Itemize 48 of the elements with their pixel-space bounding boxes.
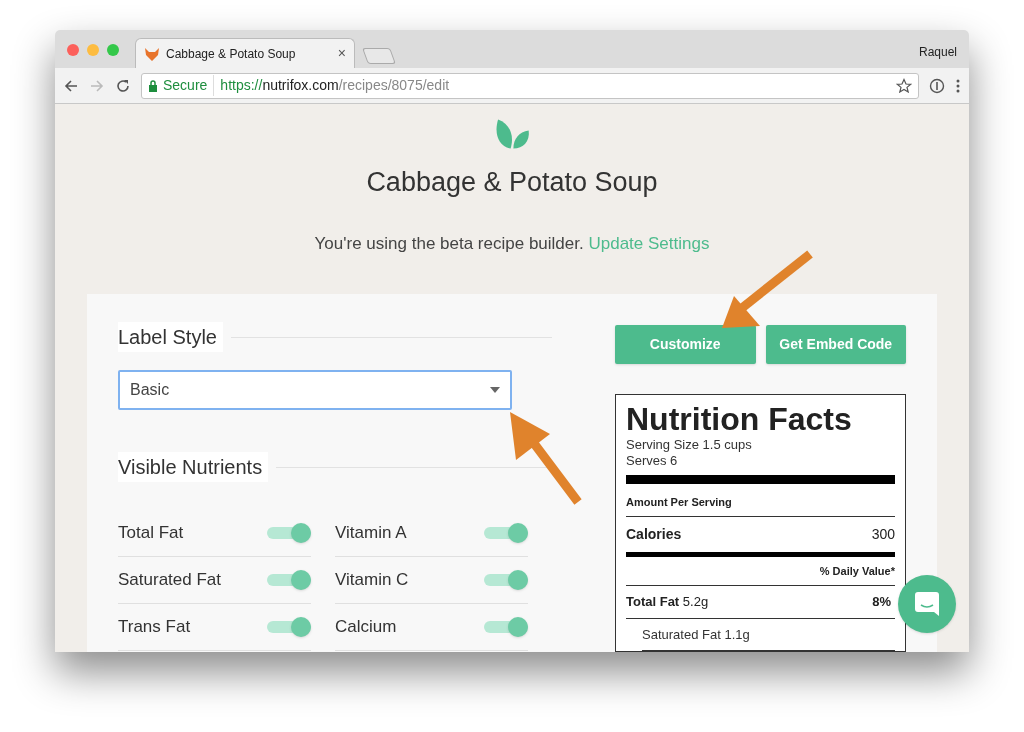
nutrient-label: Trans Fat	[118, 616, 191, 639]
recipe-title: Cabbage & Potato Soup	[366, 166, 658, 199]
toggle-switch[interactable]	[267, 523, 311, 543]
toggle-switch[interactable]	[267, 617, 311, 637]
toggle-switch[interactable]	[484, 523, 528, 543]
menu-icon[interactable]	[955, 77, 961, 94]
toggle-switch[interactable]	[267, 570, 311, 590]
nutrient-label: Vitamin C	[335, 569, 409, 592]
tab-title: Cabbage & Potato Soup	[166, 45, 297, 63]
new-tab-button[interactable]	[362, 48, 396, 64]
beta-notice: You're using the beta recipe builder. Update Settings	[314, 232, 710, 255]
nutrient-label: Saturated Fat	[118, 569, 221, 592]
secure-label: Secure	[163, 75, 215, 96]
close-tab-button[interactable]: ×	[337, 43, 346, 64]
toggle-switch[interactable]	[484, 570, 528, 590]
serving-size: Serving Size 1.5 cups	[626, 437, 753, 453]
dropdown-caret-icon	[490, 387, 500, 393]
toggle-switch[interactable]	[484, 617, 528, 637]
profile-name[interactable]: Raquel	[918, 43, 957, 61]
nutrient-amount: Saturated Fat 1.1g	[642, 625, 750, 644]
browser-tab[interactable]: Cabbage & Potato Soup ×	[135, 38, 355, 68]
nutrient-label: Vitamin A	[335, 522, 407, 545]
chat-icon	[914, 591, 940, 617]
nutrient-amount: Total Fat 5.2g	[626, 593, 709, 611]
nutrient-label: Total Fat	[118, 522, 184, 545]
daily-value-percent: 8%	[872, 593, 891, 611]
reload-icon[interactable]	[115, 77, 131, 94]
serves-count: Serves 6	[626, 453, 679, 469]
nutrient-label: Calcium	[335, 616, 397, 639]
forward-icon[interactable]	[89, 77, 105, 94]
amount-per-serving: Amount Per Serving	[626, 494, 895, 517]
url-text: https://nutrifox.com/recipes/8075/edit	[220, 76, 451, 95]
label-style-select[interactable]: Basic	[118, 370, 512, 410]
info-icon[interactable]	[929, 77, 945, 94]
lock-icon	[148, 79, 158, 92]
nutrition-title: Nutrition Facts	[626, 401, 853, 437]
daily-value-header: % Daily Value*	[819, 563, 895, 579]
close-window-icon[interactable]	[67, 44, 79, 56]
fox-icon	[144, 45, 160, 62]
calories-value: 300	[871, 524, 895, 544]
section-heading: Label Style	[118, 322, 223, 352]
back-icon[interactable]	[63, 77, 79, 94]
calories-label: Calories	[626, 524, 682, 544]
star-icon[interactable]	[896, 77, 912, 94]
minimize-window-icon[interactable]	[87, 44, 99, 56]
maximize-window-icon[interactable]	[107, 44, 119, 56]
address-bar[interactable]: Secure https://nutrifox.com/recipes/8075/edit	[141, 72, 919, 99]
section-heading: Visible Nutrients	[118, 452, 269, 482]
